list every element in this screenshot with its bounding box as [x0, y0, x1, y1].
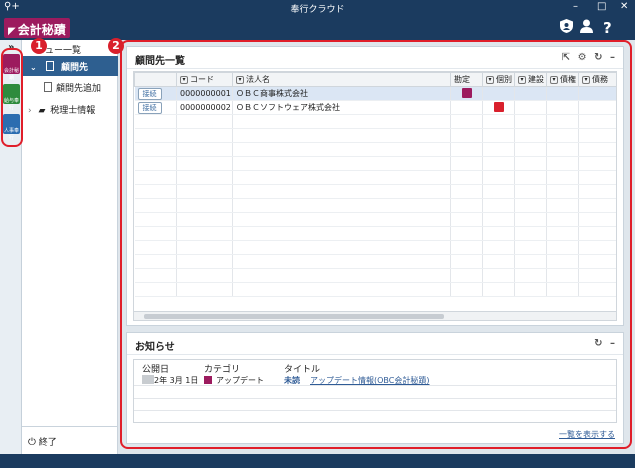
- exit-button[interactable]: ⏻ 終了: [22, 426, 118, 454]
- callout-box-2: [120, 40, 632, 449]
- brand-name: 会計秘蹟: [17, 23, 66, 37]
- brand-logo[interactable]: ◤ 会計秘蹟: [4, 18, 70, 38]
- chevron-right-icon: ›: [28, 106, 32, 116]
- help-icon[interactable]: ?: [603, 19, 612, 37]
- document-icon: [44, 82, 52, 92]
- nav-item-accountant-info[interactable]: › ▰ 税理士情報: [28, 103, 95, 116]
- document-icon: [45, 61, 54, 71]
- user-icon[interactable]: [580, 19, 593, 37]
- close-icon[interactable]: ✕: [620, 1, 628, 12]
- app-header: ◤ 会計秘蹟 ?: [0, 16, 635, 40]
- power-icon: ⏻: [28, 437, 36, 448]
- nav-item-add-client[interactable]: 顧問先追加: [44, 81, 101, 94]
- nav-item-add-client-label: 顧問先追加: [56, 84, 102, 94]
- maximize-icon[interactable]: □: [597, 1, 606, 12]
- callout-badge-1: 1: [31, 38, 47, 54]
- window-title: 奉行クラウド: [290, 5, 345, 15]
- chevron-down-icon: ⌄: [30, 63, 37, 72]
- minimize-icon[interactable]: –: [573, 1, 578, 12]
- callout-box-1: [1, 48, 23, 147]
- callout-badge-2: 2: [108, 38, 124, 54]
- book-icon: ▰: [38, 106, 46, 116]
- shield-user-icon[interactable]: [560, 19, 573, 37]
- bird-logo-icon: ◤: [8, 26, 16, 37]
- nav-item-clients[interactable]: ⌄ 顧問先: [22, 56, 118, 76]
- title-bar: ⚲+ 奉行クラウド – □ ✕: [0, 0, 635, 16]
- status-bar: [0, 454, 635, 468]
- nav-item-clients-label: 顧問先: [60, 63, 88, 73]
- side-navigation: » ニュー一覧 ⌄ 顧問先 顧問先追加 › ▰ 税理士情報 ⏻ 終了: [8, 40, 118, 454]
- nav-item-accountant-info-label: 税理士情報: [50, 106, 96, 116]
- exit-label: 終了: [38, 438, 57, 448]
